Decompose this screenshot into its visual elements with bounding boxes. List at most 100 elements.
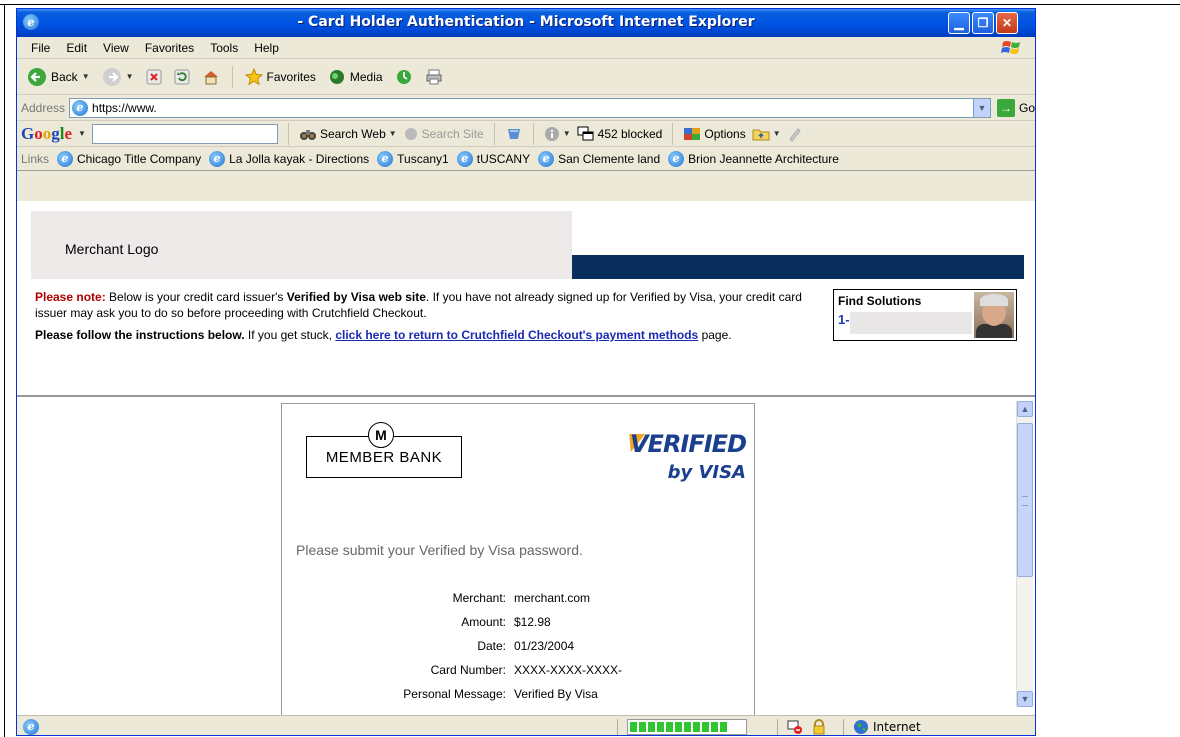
search-web-caret-icon[interactable]: ▼: [389, 129, 397, 138]
address-bar: Address e https://www. ▼ → Go: [17, 95, 1035, 121]
info-button[interactable]: ▼: [544, 126, 571, 142]
find-solutions-box[interactable]: Find Solutions 1-: [833, 289, 1017, 341]
scroll-thumb[interactable]: [1017, 423, 1033, 577]
back-button[interactable]: Back ▼: [23, 65, 94, 89]
scroll-up-icon[interactable]: ▲: [1017, 401, 1033, 417]
authentication-panel: MEMBER BANK M VERIFIED by VISA Please su…: [281, 403, 755, 715]
detail-value: Verified By Visa: [514, 687, 598, 701]
return-to-checkout-link[interactable]: click here to return to Crutchfield Chec…: [335, 328, 698, 342]
status-separator: [843, 719, 844, 735]
search-site-button[interactable]: Search Site: [403, 127, 484, 141]
search-site-icon: [404, 127, 417, 140]
folder-up-button[interactable]: ▼: [752, 126, 781, 142]
info-caret-icon[interactable]: ▼: [563, 129, 571, 138]
link-san-clemente[interactable]: e San Clemente land: [538, 150, 660, 167]
standard-toolbar: Back ▼ ▼ Favorites Media: [17, 59, 1035, 95]
history-button[interactable]: [391, 66, 417, 88]
link-brion-jeannette[interactable]: e Brion Jeannette Architecture: [668, 150, 839, 167]
link-ie-icon: e: [668, 150, 685, 167]
google-search-input[interactable]: [91, 123, 278, 144]
link-ie-icon: e: [538, 150, 555, 167]
merchant-frame: Merchant Logo Please note: Below is your…: [17, 201, 1035, 397]
google-separator: [287, 122, 289, 145]
menu-view[interactable]: View: [95, 41, 137, 55]
blocked-count: 452 blocked: [597, 126, 663, 141]
progress-fill: [630, 722, 727, 732]
detail-row-date: Date: 01/23/2004: [282, 634, 756, 658]
status-separator: [617, 719, 618, 735]
menu-tools[interactable]: Tools: [202, 41, 246, 55]
scroll-down-icon[interactable]: ▼: [1017, 691, 1033, 707]
forward-button[interactable]: ▼: [98, 65, 138, 89]
search-web-label: Search Web: [319, 126, 386, 141]
detail-value: merchant.com: [514, 591, 591, 605]
avatar-shirt: [976, 324, 1012, 338]
menu-edit[interactable]: Edit: [58, 41, 95, 55]
detail-value: XXXX-XXXX-XXXX-: [514, 663, 623, 677]
stop-button[interactable]: [142, 67, 166, 87]
options-button[interactable]: Options: [683, 126, 746, 142]
back-arrow-icon: [28, 67, 46, 86]
google-separator-3: [532, 122, 534, 145]
link-ie-icon: e: [456, 150, 473, 167]
scroll-grip: [1022, 496, 1028, 506]
page-ie-icon: e: [72, 99, 89, 116]
folder-up-caret-icon[interactable]: ▼: [773, 129, 781, 138]
go-arrow-icon: →: [996, 98, 1015, 117]
lock-icon[interactable]: [811, 719, 827, 735]
back-label: Back: [51, 69, 78, 84]
password-prompt: Please submit your Verified by Visa pass…: [296, 542, 583, 558]
google-menu-caret-icon[interactable]: ▼: [78, 129, 86, 138]
address-dropdown-icon[interactable]: ▼: [972, 98, 990, 117]
highlighter-icon: [788, 127, 801, 142]
detail-row-merchant: Merchant: merchant.com: [282, 586, 756, 610]
vertical-scrollbar[interactable]: ▲ ▼: [1016, 401, 1033, 707]
member-bank-name: MEMBER BANK: [325, 448, 443, 466]
popup-blocked-icon[interactable]: [787, 719, 803, 735]
progress-bar: [627, 719, 747, 735]
google-logo[interactable]: Google: [21, 124, 72, 144]
favorites-button[interactable]: Favorites: [241, 66, 320, 88]
detail-label: Personal Message:: [403, 687, 506, 701]
go-button[interactable]: → Go: [996, 98, 1035, 117]
menu-file[interactable]: File: [23, 41, 58, 55]
link-ie-icon: e: [209, 150, 226, 167]
verified-by-visa-logo: VERIFIED by VISA: [622, 430, 747, 490]
info-icon: [544, 126, 559, 141]
print-button[interactable]: [421, 66, 447, 88]
links-bar: Links e Chicago Title Company e La Jolla k…: [17, 147, 1035, 171]
detail-label: Card Number:: [430, 663, 506, 677]
search-web-button[interactable]: Search Web ▼: [299, 127, 397, 141]
link-la-jolla-kayak[interactable]: e La Jolla kayak - Directions: [209, 150, 369, 167]
highlighter-button[interactable]: [787, 126, 803, 142]
forward-arrow-icon: [102, 67, 121, 86]
windows-flag-icon: [1001, 41, 1020, 54]
forward-dropdown-caret-icon[interactable]: ▼: [126, 72, 134, 81]
address-url: https://www.: [92, 100, 157, 115]
notice-text: Please note: Below is your credit card i…: [35, 289, 815, 349]
vbv-line2: by VISA: [667, 462, 746, 483]
instructions-paragraph: Please follow the instructions below. If…: [35, 328, 732, 342]
maximize-button[interactable]: ❐: [972, 12, 994, 34]
detail-row-amount: Amount: $12.98: [282, 610, 756, 634]
back-dropdown-caret-icon[interactable]: ▼: [82, 72, 90, 81]
close-button[interactable]: ✕: [996, 12, 1018, 34]
menu-favorites[interactable]: Favorites: [137, 41, 202, 55]
favorites-label: Favorites: [266, 69, 316, 84]
security-zone[interactable]: Internet: [853, 719, 921, 735]
minimize-button[interactable]: ▁: [948, 12, 970, 34]
link-tuscany[interactable]: e tUSCANY: [456, 150, 530, 167]
media-button[interactable]: Media: [324, 66, 387, 88]
pagerank-button[interactable]: [505, 126, 523, 142]
refresh-button[interactable]: [170, 67, 194, 87]
title-bar[interactable]: e - Card Holder Authentication - Microso…: [17, 9, 1035, 37]
address-input[interactable]: e https://www. ▼: [69, 97, 991, 118]
popup-blocker-button[interactable]: 452 blocked: [577, 126, 663, 142]
menu-help[interactable]: Help: [246, 41, 287, 55]
google-separator-4: [672, 122, 674, 145]
link-chicago-title[interactable]: e Chicago Title Company: [57, 150, 201, 167]
folder-up-icon: [752, 129, 770, 140]
home-button[interactable]: [198, 67, 224, 87]
popup-blocker-icon: [577, 126, 594, 140]
link-tuscany1[interactable]: e Tuscany1: [377, 150, 449, 167]
